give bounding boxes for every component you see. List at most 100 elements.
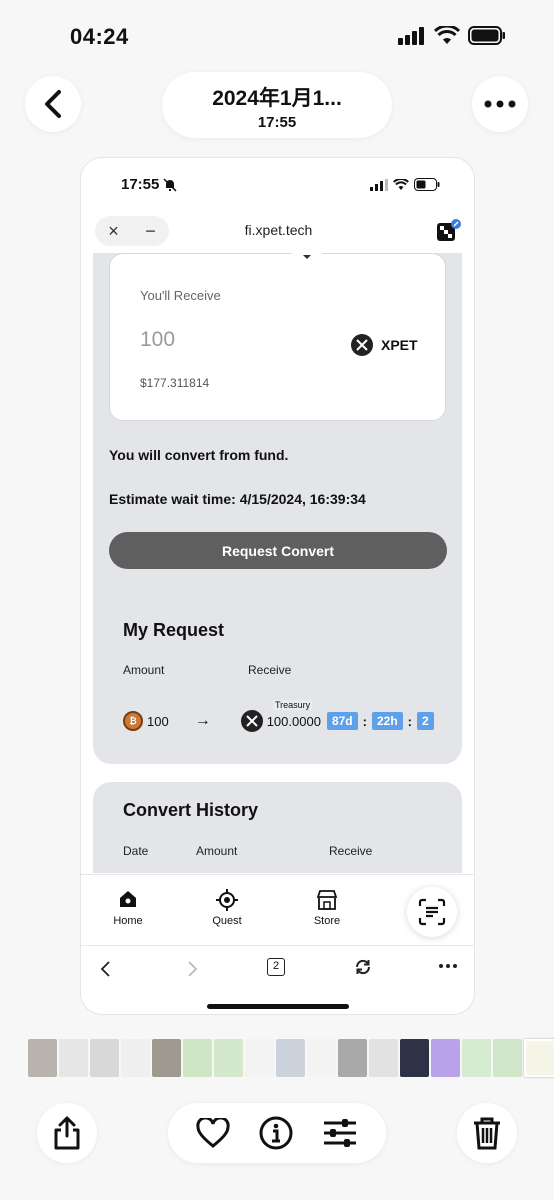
estimate-wait-time: Estimate wait time: 4/15/2024, 16:39:34	[109, 491, 366, 507]
browser-back-icon[interactable]	[99, 960, 111, 978]
bell-slash-icon	[163, 177, 177, 192]
col-receive-label: Receive	[248, 663, 292, 677]
request-convert-button[interactable]: Request Convert	[109, 532, 447, 569]
col-receive-label: Receive	[329, 844, 373, 858]
screenshot-photo: 17:55 × − fi.xpet.tech You'll Receive 10…	[80, 157, 475, 1015]
tab-store[interactable]: Store	[292, 889, 362, 927]
receive-card: You'll Receive 100 $177.311814 XPET	[109, 253, 446, 421]
photo-time: 17:55	[257, 114, 297, 131]
inner-signal-icon	[370, 178, 388, 191]
thumbnail[interactable]	[245, 1039, 274, 1077]
thumbnail[interactable]	[59, 1039, 88, 1077]
inner-status-time: 17:55	[121, 176, 177, 193]
countdown-separator: :	[362, 713, 367, 729]
thumbnail[interactable]	[307, 1039, 336, 1077]
info-icon[interactable]	[259, 1116, 293, 1150]
countdown-minutes: 2	[417, 712, 434, 730]
status-icons	[398, 26, 506, 45]
thumbnail[interactable]	[493, 1039, 522, 1077]
browser-forward-icon[interactable]	[187, 960, 199, 978]
share-button[interactable]	[37, 1103, 97, 1163]
refresh-icon[interactable]	[353, 957, 373, 977]
col-amount-label: Amount	[196, 844, 238, 858]
treasury-badge: Treasury	[273, 700, 313, 710]
request-amount: 100	[147, 713, 169, 729]
receive-amount-input[interactable]: 100	[140, 328, 175, 352]
tab-home[interactable]: Home	[93, 889, 163, 927]
inner-battery-icon	[414, 178, 440, 191]
trash-icon	[474, 1117, 500, 1150]
countdown-days: 87d	[326, 712, 358, 730]
tab-quest-label: Quest	[212, 915, 242, 927]
inner-time-text: 17:55	[121, 176, 160, 193]
live-text-button[interactable]	[407, 887, 457, 937]
thumbnail[interactable]	[183, 1039, 212, 1077]
thumbnail[interactable]	[152, 1039, 181, 1077]
status-time: 04:24	[70, 24, 129, 49]
battery-icon	[468, 26, 505, 45]
convert-source-text: You will convert from fund.	[109, 447, 289, 463]
countdown-separator: :	[407, 713, 412, 729]
tab-store-label: Store	[313, 915, 341, 927]
photo-thumbnail-strip[interactable]	[28, 1039, 554, 1077]
my-request-panel: My Request Amount Receive Treasury ₿ 100…	[93, 602, 462, 764]
thumbnail[interactable]	[431, 1039, 460, 1077]
swap-direction-button[interactable]	[292, 253, 322, 268]
arrow-right-icon: →	[194, 712, 211, 729]
chevron-left-icon	[45, 90, 61, 118]
share-icon	[54, 1116, 80, 1150]
thumbnail[interactable]	[369, 1039, 398, 1077]
cellular-signal-icon	[398, 26, 424, 45]
thumbnail-selected[interactable]	[524, 1039, 554, 1077]
xpet-token-icon	[351, 334, 373, 356]
tab-quest[interactable]: Quest	[192, 889, 262, 927]
thumbnail[interactable]	[462, 1039, 491, 1077]
xpet-token-icon	[240, 710, 263, 732]
target-icon	[216, 889, 238, 911]
tab-count-button[interactable]: 2	[267, 958, 285, 976]
tab-home-label: Home	[113, 915, 143, 927]
convert-history-title: Convert History	[123, 800, 259, 820]
store-icon	[316, 890, 338, 910]
mini-app-button[interactable]	[434, 218, 462, 251]
convert-history-panel: Convert History Date Amount Receive	[93, 782, 462, 873]
thumbnail[interactable]	[121, 1039, 150, 1077]
adjust-icon[interactable]	[322, 1117, 358, 1149]
address-bar[interactable]: fi.xpet.tech	[81, 222, 474, 238]
back-button[interactable]	[25, 76, 81, 132]
receive-token-selector[interactable]: XPET	[351, 334, 418, 356]
thumbnail[interactable]	[400, 1039, 429, 1077]
request-receive-amount: 100.0000	[266, 713, 321, 729]
text-scan-icon	[418, 898, 446, 926]
photo-date-header[interactable]: 2024年1月1... 17:55	[162, 72, 392, 138]
thumbnail[interactable]	[90, 1039, 119, 1077]
browser-bottom-nav: 2	[81, 945, 474, 993]
request-row: ₿ 100 → 100.0000 87d : 22h : 2	[123, 710, 434, 732]
receive-label: You'll Receive	[140, 288, 221, 303]
more-button[interactable]	[472, 76, 528, 132]
receive-usd-value: $177.311814	[140, 376, 210, 390]
thumbnail[interactable]	[338, 1039, 367, 1077]
heart-icon[interactable]	[196, 1118, 230, 1148]
col-date-label: Date	[123, 844, 149, 858]
home-icon	[120, 891, 136, 907]
col-amount-label: Amount	[123, 663, 165, 677]
countdown-hours: 22h	[371, 712, 403, 730]
ellipsis-icon	[484, 100, 516, 108]
thumbnail[interactable]	[214, 1039, 243, 1077]
chevron-down-icon	[303, 255, 311, 259]
inner-wifi-icon	[393, 178, 409, 190]
my-request-title: My Request	[123, 620, 225, 640]
browser-more-icon[interactable]	[439, 964, 457, 968]
delete-button[interactable]	[457, 1103, 517, 1163]
thumbnail[interactable]	[276, 1039, 305, 1077]
web-content: You'll Receive 100 $177.311814 XPET You …	[81, 253, 474, 873]
thumbnail[interactable]	[28, 1039, 57, 1077]
wifi-icon	[434, 26, 460, 44]
photo-actions	[168, 1103, 386, 1163]
dice-app-icon	[437, 219, 461, 241]
home-indicator	[207, 1004, 349, 1009]
bitcoin-coin-icon: ₿	[123, 711, 143, 731]
receive-token-name: XPET	[381, 337, 418, 353]
inner-status-icons	[370, 178, 440, 191]
